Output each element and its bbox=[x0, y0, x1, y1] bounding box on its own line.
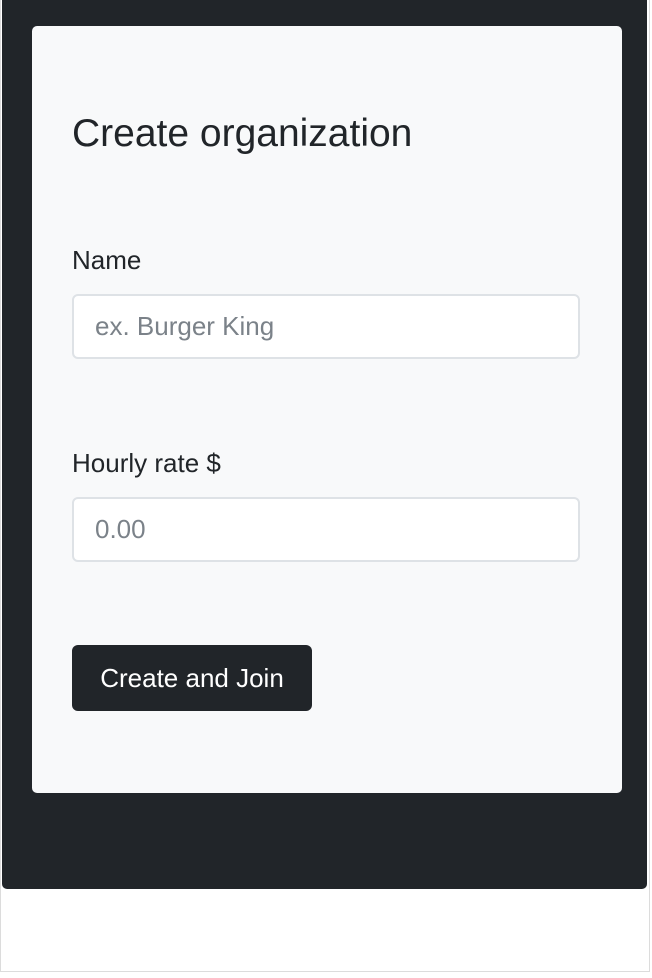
name-label: Name bbox=[72, 245, 142, 275]
create-and-join-button[interactable]: Create and Join bbox=[72, 645, 312, 711]
organization-name-input[interactable] bbox=[72, 294, 580, 359]
create-organization-card: Create organization Name Hourly rate $ C… bbox=[32, 26, 622, 793]
page-title: Create organization bbox=[72, 112, 413, 155]
hourly-rate-label: Hourly rate $ bbox=[72, 448, 221, 478]
dark-panel: Create organization Name Hourly rate $ C… bbox=[2, 0, 647, 889]
hourly-rate-input[interactable] bbox=[72, 497, 580, 562]
